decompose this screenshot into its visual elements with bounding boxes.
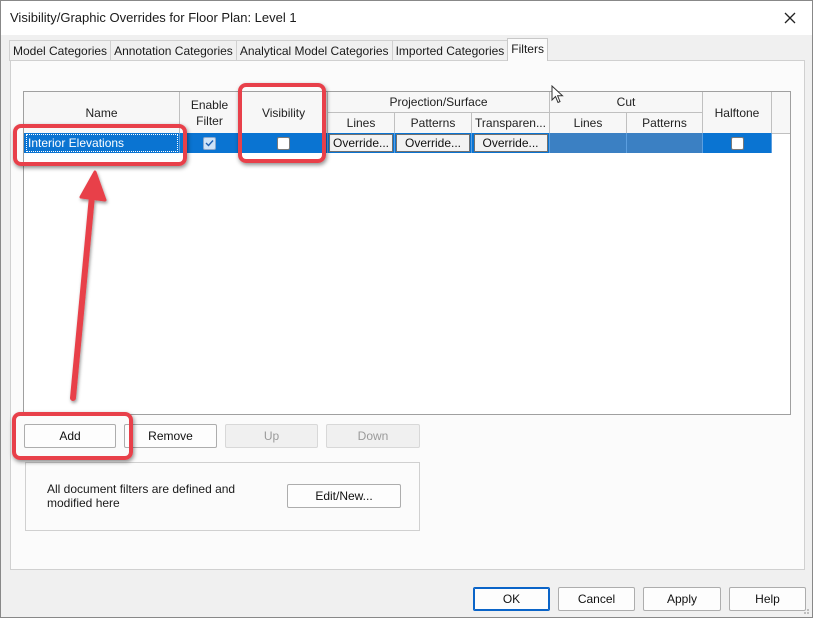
- checkmark-icon: [205, 140, 214, 147]
- filters-grid: Name Enable Filter Visibility Projection…: [23, 91, 791, 415]
- filters-description: All document filters are defined and mod…: [47, 482, 236, 510]
- header-cut-patterns[interactable]: Patterns: [627, 113, 703, 134]
- name-edit-box: [26, 134, 178, 152]
- down-button[interactable]: Down: [326, 424, 420, 448]
- header-projection-lines[interactable]: Lines: [328, 113, 395, 134]
- row-cut-lines-cell: [550, 133, 627, 153]
- row-name-cell[interactable]: Interior Elevations: [24, 133, 180, 153]
- header-projection-patterns[interactable]: Patterns: [395, 113, 472, 134]
- mouse-pointer-icon: [551, 85, 564, 104]
- edit-new-button[interactable]: Edit/New...: [287, 484, 401, 508]
- projection-transparency-override-button[interactable]: Override...: [473, 134, 548, 152]
- enable-filter-checkbox[interactable]: [203, 136, 216, 150]
- title-bar: Visibility/Graphic Overrides for Floor P…: [1, 1, 812, 35]
- remove-button[interactable]: Remove: [124, 424, 217, 448]
- table-row[interactable]: Interior Elevations Override... Override…: [24, 133, 772, 153]
- row-proj-lines-cell: Override...: [328, 133, 395, 153]
- row-visibility-cell: [240, 133, 328, 153]
- add-button[interactable]: Add: [24, 424, 116, 448]
- tab-filters[interactable]: Filters: [507, 38, 548, 61]
- up-button[interactable]: Up: [225, 424, 318, 448]
- header-visibility[interactable]: Visibility: [240, 92, 328, 134]
- filter-info-box: All document filters are defined and mod…: [25, 462, 420, 531]
- row-proj-transparency-cell: Override...: [472, 133, 550, 153]
- row-cut-patterns-cell: [627, 133, 703, 153]
- header-projection-transparency[interactable]: Transparen...: [472, 113, 550, 134]
- dialog-window: Visibility/Graphic Overrides for Floor P…: [0, 0, 813, 618]
- cancel-button[interactable]: Cancel: [558, 587, 635, 611]
- tab-model-categories[interactable]: Model Categories: [9, 40, 112, 61]
- tab-imported-categories[interactable]: Imported Categories: [391, 40, 509, 61]
- resize-grip-icon[interactable]: [800, 605, 810, 615]
- header-projection-surface: Projection/Surface: [328, 92, 550, 113]
- dialog-title: Visibility/Graphic Overrides for Floor P…: [10, 10, 297, 25]
- row-halftone-cell: [703, 133, 772, 153]
- projection-lines-override-button[interactable]: Override...: [329, 134, 393, 152]
- tab-analytical-model-categories[interactable]: Analytical Model Categories: [235, 40, 393, 61]
- footer-bar: OK Cancel Apply Help: [1, 579, 812, 617]
- help-button[interactable]: Help: [729, 587, 806, 611]
- ok-button[interactable]: OK: [473, 587, 550, 611]
- header-filler: [772, 92, 790, 134]
- header-name[interactable]: Name: [24, 92, 180, 134]
- visibility-checkbox[interactable]: [277, 136, 290, 150]
- header-enable-filter[interactable]: Enable Filter: [180, 92, 240, 134]
- header-halftone[interactable]: Halftone: [703, 92, 772, 134]
- apply-button[interactable]: Apply: [643, 587, 721, 611]
- projection-patterns-override-button[interactable]: Override...: [396, 134, 470, 152]
- halftone-checkbox[interactable]: [730, 136, 744, 150]
- header-cut: Cut: [550, 92, 703, 113]
- header-cut-lines[interactable]: Lines: [550, 113, 627, 134]
- row-proj-patterns-cell: Override...: [395, 133, 472, 153]
- tab-strip: Model Categories Annotation Categories A…: [9, 38, 548, 61]
- row-enable-filter-cell: [180, 133, 240, 153]
- close-icon: [784, 12, 796, 24]
- tab-annotation-categories[interactable]: Annotation Categories: [110, 40, 237, 61]
- close-button[interactable]: [768, 1, 812, 35]
